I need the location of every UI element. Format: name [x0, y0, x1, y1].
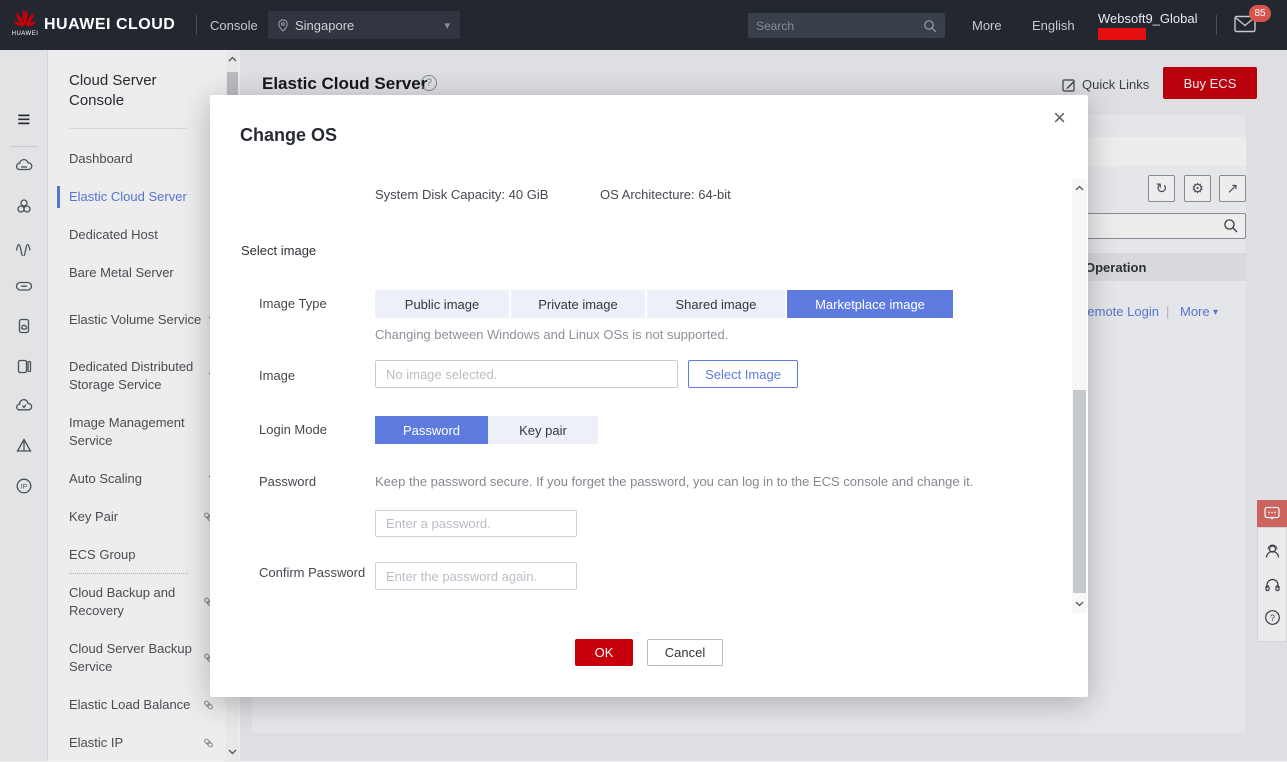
- account-name[interactable]: Websoft9_Global: [1098, 11, 1198, 26]
- modal-scrollbar[interactable]: [1072, 179, 1087, 613]
- tab-shared-image[interactable]: Shared image: [647, 290, 785, 318]
- huawei-logo-caption: HUAWEI: [10, 31, 40, 37]
- chevron-down-icon: ▾: [444, 19, 450, 32]
- system-disk-capacity: System Disk Capacity: 40 GiB: [375, 187, 548, 202]
- redacted-account-id: [1098, 28, 1146, 40]
- modal-title: Change OS: [240, 125, 337, 146]
- region-value: Singapore: [295, 18, 354, 33]
- ok-button[interactable]: OK: [575, 639, 633, 666]
- login-mode-label: Login Mode: [259, 422, 327, 437]
- change-os-modal: Change OS × System Disk Capacity: 40 GiB…: [210, 95, 1088, 697]
- image-type-tabs: Public image Private image Shared image …: [375, 290, 953, 318]
- tab-public-image[interactable]: Public image: [375, 290, 509, 318]
- confirm-password-field[interactable]: [375, 562, 577, 590]
- global-search[interactable]: [748, 13, 945, 38]
- image-field[interactable]: [375, 360, 678, 388]
- search-icon: [923, 19, 937, 33]
- more-menu[interactable]: More: [972, 18, 1002, 33]
- modal-scroll-thumb[interactable]: [1073, 390, 1086, 593]
- unread-count-badge: 85: [1249, 5, 1271, 22]
- tab-key-pair[interactable]: Key pair: [488, 416, 598, 444]
- scroll-down-icon[interactable]: [1072, 597, 1087, 611]
- tab-marketplace-image[interactable]: Marketplace image: [787, 290, 953, 318]
- tab-private-image[interactable]: Private image: [511, 290, 645, 318]
- login-mode-tabs: Password Key pair: [375, 416, 598, 444]
- brand-wordmark: HUAWEI CLOUD: [44, 16, 175, 34]
- tab-password[interactable]: Password: [375, 416, 488, 444]
- huawei-logo-icon: [12, 6, 38, 30]
- password-label: Password: [259, 474, 316, 489]
- top-nav: HUAWEI HUAWEI CLOUD Console Singapore ▾ …: [0, 0, 1287, 50]
- cancel-button[interactable]: Cancel: [647, 639, 723, 666]
- language-selector[interactable]: English: [1032, 18, 1075, 33]
- nav-divider: [196, 15, 197, 35]
- region-selector[interactable]: Singapore ▾: [268, 11, 460, 39]
- confirm-password-label: Confirm Password: [259, 565, 365, 580]
- password-field[interactable]: [375, 510, 577, 537]
- image-label: Image: [259, 368, 295, 383]
- nav-divider: [1216, 15, 1217, 35]
- select-image-button[interactable]: Select Image: [688, 360, 798, 388]
- image-type-hint: Changing between Windows and Linux OSs i…: [375, 327, 728, 342]
- location-pin-icon: [278, 19, 288, 32]
- global-search-input[interactable]: [756, 19, 923, 33]
- close-icon[interactable]: ×: [1049, 103, 1070, 133]
- os-architecture: OS Architecture: 64-bit: [600, 187, 731, 202]
- password-hint: Keep the password secure. If you forget …: [375, 474, 973, 489]
- image-type-label: Image Type: [259, 296, 327, 311]
- select-image-section-label: Select image: [241, 243, 316, 258]
- scroll-up-icon[interactable]: [1072, 181, 1087, 195]
- modal-footer: OK Cancel: [210, 639, 1088, 666]
- console-link[interactable]: Console: [210, 18, 258, 33]
